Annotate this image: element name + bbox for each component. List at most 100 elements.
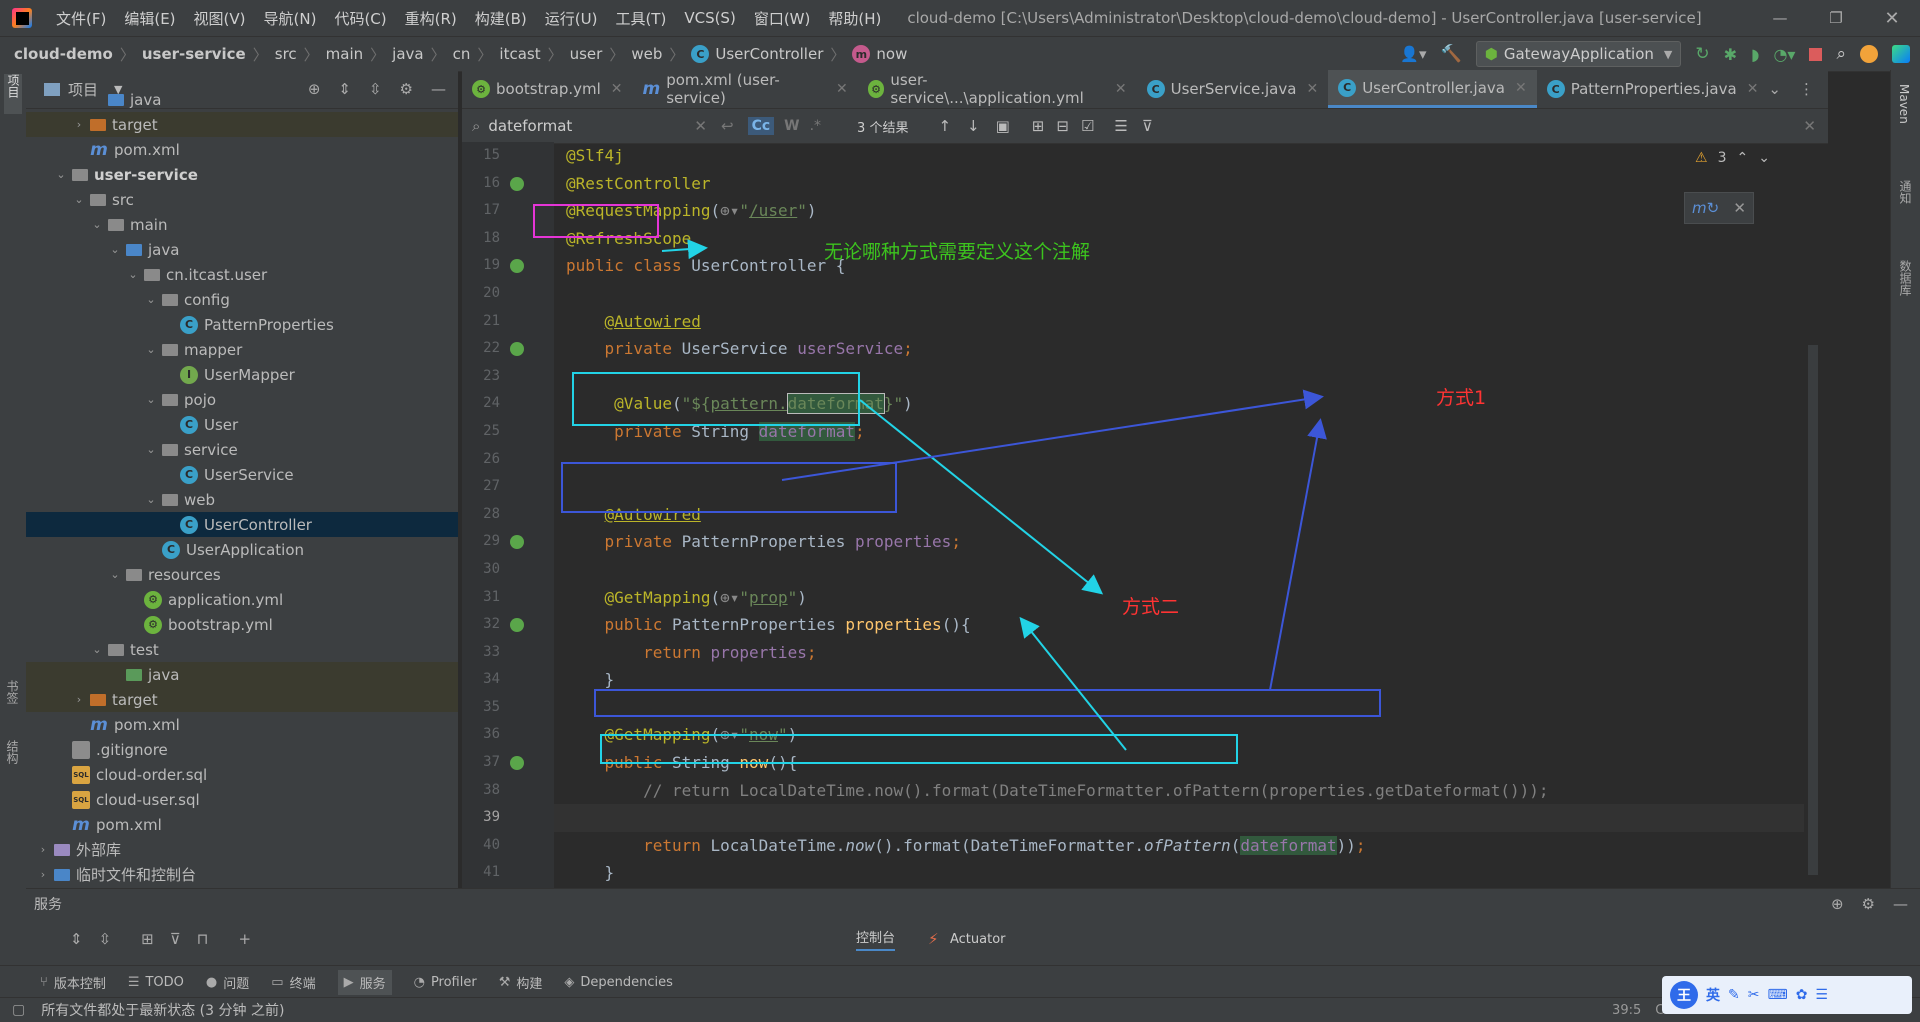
search-input[interactable]: dateformat	[488, 117, 688, 135]
ime-skin-icon[interactable]: ✿	[1796, 987, 1808, 1003]
tree-item[interactable]: java	[26, 662, 458, 687]
line-number[interactable]: 15	[462, 142, 554, 170]
tool-window-button[interactable]: ◔ Profiler	[414, 975, 477, 990]
chevron-down-icon[interactable]: ⌄	[54, 168, 68, 181]
rerun-icon[interactable]: ↻	[1695, 44, 1709, 64]
tree-item[interactable]: ⌄ config	[26, 287, 458, 312]
close-tab-icon[interactable]: ✕	[1306, 81, 1318, 97]
chevron-down-icon[interactable]: ⌄	[126, 268, 140, 281]
tree-item[interactable]: I UserMapper	[26, 362, 458, 387]
tree-item[interactable]: ⌄ test	[26, 637, 458, 662]
tree-item[interactable]: ⌄ main	[26, 212, 458, 237]
chevron-down-icon[interactable]: ⌄	[90, 643, 104, 656]
whole-words-toggle[interactable]: W	[784, 118, 799, 134]
ime-tools-icon[interactable]: ✂	[1748, 987, 1760, 1003]
menu-item[interactable]: 运行(U)	[545, 8, 598, 29]
next-occurrence-icon[interactable]: ↓	[967, 117, 980, 135]
actuator-tab[interactable]: Actuator	[950, 932, 1006, 947]
collapse-all-icon[interactable]: ⇳	[99, 930, 112, 948]
tree-item[interactable]: › 外部库	[26, 837, 458, 862]
tool-window-button[interactable]: ◈ Dependencies	[564, 975, 673, 990]
line-number[interactable]: 41	[462, 859, 554, 887]
maven-tool-button[interactable]: Maven	[1897, 84, 1911, 124]
regex-toggle[interactable]: .*	[810, 118, 821, 134]
tree-item[interactable]: › target	[26, 112, 458, 137]
ime-keyboard-icon[interactable]: ⌨	[1767, 987, 1787, 1003]
tree-item[interactable]: › target	[26, 687, 458, 712]
close-popup-icon[interactable]: ✕	[1733, 199, 1746, 217]
menu-item[interactable]: 工具(T)	[615, 8, 666, 29]
remove-occurrence-icon[interactable]: ⊟	[1056, 117, 1069, 135]
previous-occurrence-icon[interactable]: ↑	[938, 117, 951, 135]
chevron-down-icon[interactable]: ⌄	[144, 493, 158, 506]
line-number[interactable]: 24	[462, 390, 554, 418]
line-number[interactable]: 23	[462, 363, 554, 391]
select-all-occurrences-icon[interactable]: ☑	[1081, 117, 1094, 135]
tree-item[interactable]: .gitignore	[26, 737, 458, 762]
tree-item[interactable]: ⚙ application.yml	[26, 587, 458, 612]
chevron-down-icon[interactable]: ⌄	[144, 293, 158, 306]
tree-item[interactable]: ⌄ java	[26, 237, 458, 262]
structure-tool-button[interactable]: 结构	[4, 740, 21, 764]
history-icon[interactable]: ↩	[721, 117, 734, 135]
tree-item[interactable]: ⌄ web	[26, 487, 458, 512]
editor-tab[interactable]: C PatternProperties.java ✕	[1537, 70, 1769, 108]
tree-item[interactable]: C UserApplication	[26, 537, 458, 562]
tree-item[interactable]: SQL cloud-user.sql	[26, 787, 458, 812]
close-window-button[interactable]: ✕	[1864, 8, 1920, 29]
line-number[interactable]: 36	[462, 721, 554, 749]
select-all-icon[interactable]: ▣	[996, 117, 1010, 135]
tool-window-button[interactable]: ☰ TODO	[128, 975, 184, 990]
line-number[interactable]: 39	[462, 804, 554, 832]
database-tool-button[interactable]: 数据库	[1897, 260, 1914, 296]
chevron-right-icon[interactable]: ›	[72, 693, 86, 706]
breadcrumb-item[interactable]: main	[326, 45, 363, 63]
line-number[interactable]: 26	[462, 446, 554, 474]
filter-icon[interactable]: ⊽	[1142, 117, 1153, 135]
breadcrumb-item[interactable]: java	[392, 45, 423, 63]
new-tab-icon[interactable]: ⊓	[197, 930, 209, 948]
ime-lang-icon[interactable]: 英	[1706, 985, 1720, 1005]
menu-item[interactable]: 编辑(E)	[124, 8, 175, 29]
breadcrumb-item[interactable]: src	[275, 45, 297, 63]
editor-tab[interactable]: ⚙ user-service\...\application.yml ✕	[858, 70, 1137, 108]
editor-tab[interactable]: C UserService.java ✕	[1137, 70, 1329, 108]
add-service-icon[interactable]: ⊕	[1831, 895, 1844, 913]
notifications-tool-button[interactable]: 通知	[1897, 180, 1914, 204]
breadcrumb-item[interactable]: web	[631, 45, 662, 63]
close-tab-icon[interactable]: ✕	[611, 81, 623, 97]
settings-gear-icon[interactable]: ⚙	[1862, 895, 1875, 913]
breadcrumb-item[interactable]: itcast	[499, 45, 540, 63]
line-number[interactable]: 40	[462, 832, 554, 860]
coverage-icon[interactable]: ◗	[1751, 45, 1759, 64]
more-options-icon[interactable]: ⋮	[1799, 80, 1814, 98]
tool-window-button[interactable]: ▶ 服务	[337, 969, 392, 995]
close-tab-icon[interactable]: ✕	[1115, 81, 1127, 97]
bookmarks-tool-button[interactable]: 书签	[4, 680, 21, 704]
tree-item[interactable]: C UserController	[26, 512, 458, 537]
inspection-widget[interactable]: ⚠ 3 ⌃ ⌄	[1695, 150, 1770, 166]
chevron-down-icon[interactable]: ⌄	[144, 393, 158, 406]
tool-window-button[interactable]: ⚒ 构建	[499, 973, 543, 992]
line-number[interactable]: 29	[462, 528, 554, 556]
tree-item[interactable]: m pom.xml	[26, 137, 458, 162]
filter-options-icon[interactable]: ☰	[1114, 117, 1127, 135]
maximize-button[interactable]: ❐	[1808, 9, 1864, 27]
update-icon[interactable]	[1860, 45, 1878, 63]
close-find-icon[interactable]: ✕	[1803, 117, 1816, 135]
status-panel-icon[interactable]: ▢	[12, 1002, 25, 1018]
tree-item[interactable]: m pom.xml	[26, 712, 458, 737]
line-number[interactable]: 16	[462, 170, 554, 198]
stop-icon[interactable]	[1809, 47, 1823, 61]
editor-scrollbar[interactable]	[1808, 345, 1818, 875]
line-number[interactable]: 33	[462, 639, 554, 667]
previous-highlight-icon[interactable]: ⌃	[1737, 150, 1749, 166]
line-number[interactable]: 27	[462, 473, 554, 501]
chevron-down-icon[interactable]: ⌄	[90, 218, 104, 231]
add-occurrence-icon[interactable]: ⊞	[1032, 117, 1045, 135]
editor-tab[interactable]: m pom.xml (user-service) ✕	[633, 70, 858, 108]
line-number[interactable]: 20	[462, 280, 554, 308]
toolbox-icon[interactable]	[1892, 45, 1910, 63]
menu-item[interactable]: 文件(F)	[56, 8, 106, 29]
line-number[interactable]: 28	[462, 501, 554, 529]
